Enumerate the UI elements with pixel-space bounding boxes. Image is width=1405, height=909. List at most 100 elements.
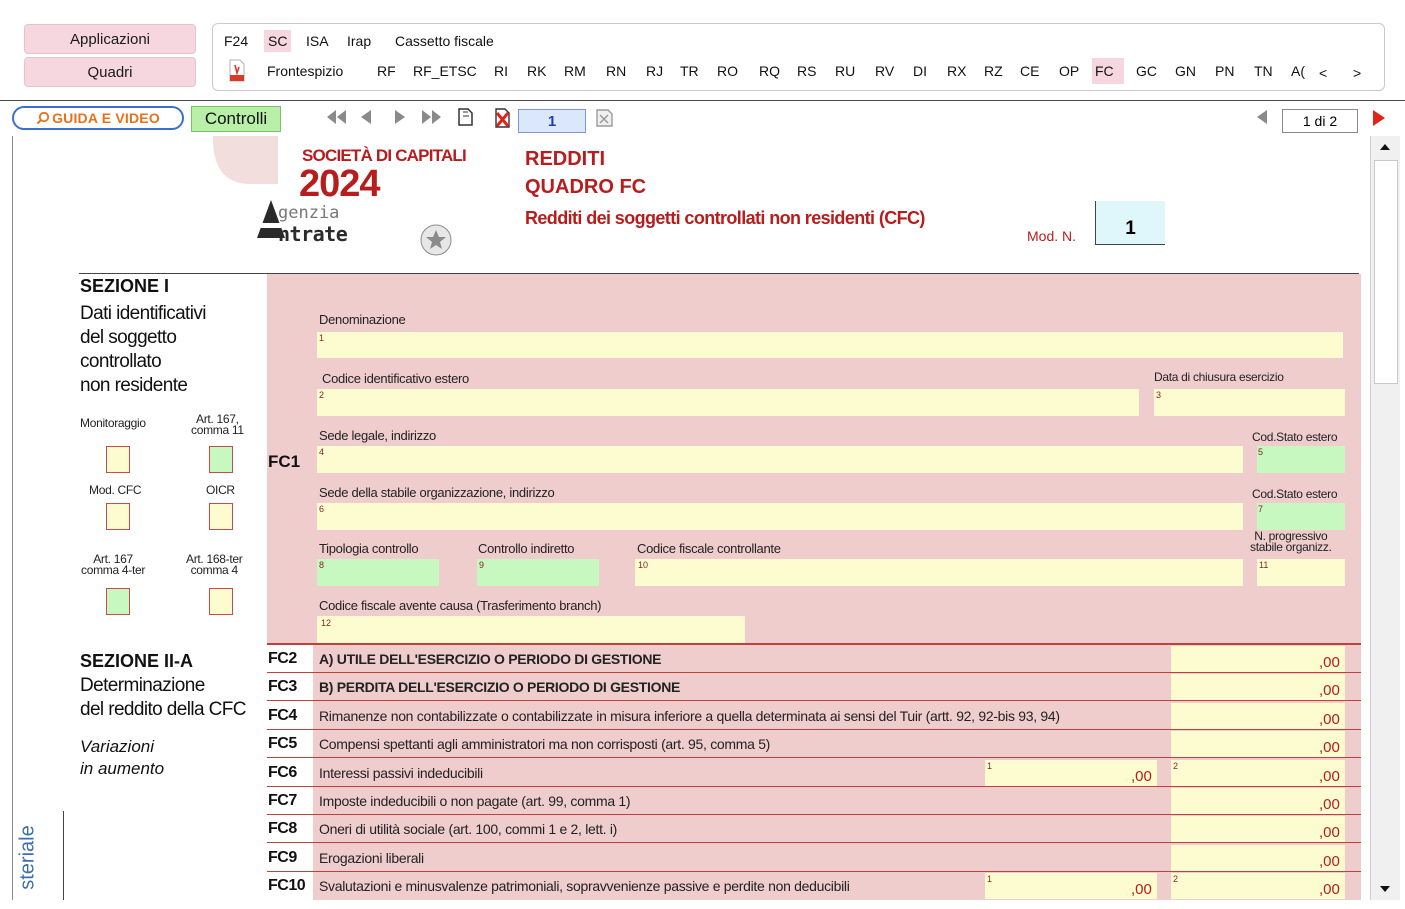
tab-cassetto-fiscale[interactable]: Cassetto fiscale [391, 30, 498, 52]
tab-rz[interactable]: RZ [981, 58, 1006, 84]
cf-controllante-label: Codice fiscale controllante [637, 541, 781, 556]
guida-video-button[interactable]: GUIDA E VIDEO [12, 106, 184, 130]
cod-stato-field[interactable] [1257, 446, 1345, 473]
row-amount1-decimals: ,00 [1131, 768, 1152, 785]
row-amount-decimals: ,00 [1319, 768, 1340, 785]
oicr-checkbox[interactable] [209, 503, 233, 530]
mod-cfc-checkbox[interactable] [106, 503, 130, 530]
tab-rn[interactable]: RN [603, 58, 629, 84]
tab-rs[interactable]: RS [794, 58, 819, 84]
tab-rf[interactable]: RF [374, 58, 399, 84]
cf-avente-causa-field[interactable] [317, 616, 745, 643]
art167-4ter-line-b: comma 4-ter [81, 563, 146, 577]
sede-stabile-field[interactable] [317, 503, 1243, 530]
tabs-next-button[interactable]: > [1350, 60, 1364, 86]
tab-op[interactable]: OP [1056, 58, 1082, 84]
tabs-prev-button[interactable]: < [1316, 60, 1330, 86]
row-code: FC6 [268, 764, 297, 781]
scrollbar-thumb[interactable] [1374, 160, 1398, 384]
art167-4ter-checkbox[interactable] [106, 588, 130, 615]
data-chiusura-label: Data di chiusura esercizio [1154, 370, 1284, 384]
field-number: 5 [1258, 447, 1264, 457]
denominazione-label: Denominazione [319, 312, 406, 327]
row-label: Oneri di utilità sociale (art. 100, comm… [319, 821, 618, 837]
row-code: FC10 [268, 877, 306, 894]
mod-n-field[interactable]: 1 [1095, 201, 1165, 245]
controllo-indiretto-field[interactable] [477, 559, 599, 586]
sede-legale-field[interactable] [317, 446, 1243, 473]
controlli-button[interactable]: Controlli [191, 106, 281, 132]
tab-rx[interactable]: RX [944, 58, 969, 84]
first-page-icon[interactable] [324, 107, 348, 133]
clear-page-icon[interactable] [594, 107, 616, 135]
quadro-subtitle: Redditi dei soggetti controllati non res… [525, 208, 925, 228]
scroll-up-icon[interactable] [1378, 140, 1392, 158]
codice-estero-field[interactable] [317, 389, 1139, 416]
tab-gn[interactable]: GN [1172, 58, 1199, 84]
art167-4ter-label: Art. 167 comma 4-ter [81, 553, 146, 577]
progressivo-field[interactable] [1257, 559, 1345, 586]
tab-rf-etsc[interactable]: RF_ETSC [410, 58, 480, 84]
field-number: 2 [319, 390, 325, 400]
vertical-scrollbar[interactable] [1370, 136, 1400, 900]
sede-stabile-label: Sede della stabile organizzazione, indir… [319, 485, 555, 500]
tab-rk[interactable]: RK [524, 58, 549, 84]
progressivo-line-b: stabile organizz. [1250, 540, 1332, 554]
field-number: 12 [321, 618, 332, 628]
cod-stato-field[interactable] [1257, 503, 1345, 530]
cod-stato-label: Cod.Stato estero [1252, 430, 1338, 444]
row-amount-decimals: ,00 [1319, 824, 1340, 841]
tab-rv[interactable]: RV [872, 58, 897, 84]
tab-pn[interactable]: PN [1212, 58, 1237, 84]
monitoraggio-label: Monitoraggio [80, 416, 146, 430]
agenzia-text: genzia [278, 203, 340, 223]
cf-controllante-field[interactable] [635, 559, 1243, 586]
tab-ce[interactable]: CE [1017, 58, 1042, 84]
row-amount1-decimals: ,00 [1131, 881, 1152, 898]
row-divider [267, 842, 1361, 843]
tab-irap[interactable]: Irap [343, 30, 375, 52]
prev-module-icon[interactable] [1254, 107, 1270, 133]
quadri-button[interactable]: Quadri [24, 57, 196, 87]
field-number: 6 [319, 504, 325, 514]
delete-page-icon[interactable] [492, 107, 514, 135]
row-divider [267, 700, 1361, 701]
next-page-icon[interactable] [392, 107, 408, 133]
tab-gc[interactable]: GC [1133, 58, 1160, 84]
tab-a[interactable]: A( [1288, 58, 1308, 84]
pdf-icon[interactable] [228, 59, 246, 83]
field-number: 11 [1259, 560, 1269, 570]
applicazioni-button[interactable]: Applicazioni [24, 24, 196, 54]
tab-di[interactable]: DI [910, 58, 930, 84]
tab-isa[interactable]: ISA [302, 30, 333, 52]
tab-f24[interactable]: F24 [220, 30, 252, 52]
scroll-down-icon[interactable] [1378, 882, 1392, 900]
tab-ri[interactable]: RI [491, 58, 511, 84]
tab-rj[interactable]: RJ [643, 58, 666, 84]
denominazione-field[interactable] [317, 332, 1343, 358]
page-number-field[interactable]: 1 [518, 109, 586, 133]
art168ter-checkbox[interactable] [209, 588, 233, 615]
field-number: 1 [319, 333, 325, 343]
data-chiusura-field[interactable] [1154, 389, 1345, 416]
mod-cfc-label: Mod. CFC [89, 483, 142, 497]
new-page-icon[interactable] [456, 107, 478, 133]
tab-frontespizio[interactable]: Frontespizio [264, 58, 346, 84]
tab-ru[interactable]: RU [832, 58, 858, 84]
next-module-icon[interactable] [1371, 107, 1387, 135]
prev-page-icon[interactable] [358, 107, 374, 133]
tab-sc[interactable]: SC [264, 30, 292, 52]
tab-fc[interactable]: FC [1092, 58, 1124, 84]
tab-tr[interactable]: TR [677, 58, 702, 84]
art167-comma11-checkbox[interactable] [209, 446, 233, 473]
tab-rm[interactable]: RM [561, 58, 589, 84]
tab-ro[interactable]: RO [714, 58, 741, 84]
row-divider [267, 757, 1361, 758]
tab-tn[interactable]: TN [1251, 58, 1276, 84]
last-page-icon[interactable] [420, 107, 444, 133]
tab-rq[interactable]: RQ [756, 58, 783, 84]
row-divider [267, 871, 1361, 872]
tipologia-field[interactable] [317, 559, 439, 586]
field-number: 2 [1173, 761, 1179, 771]
monitoraggio-checkbox[interactable] [106, 446, 130, 473]
